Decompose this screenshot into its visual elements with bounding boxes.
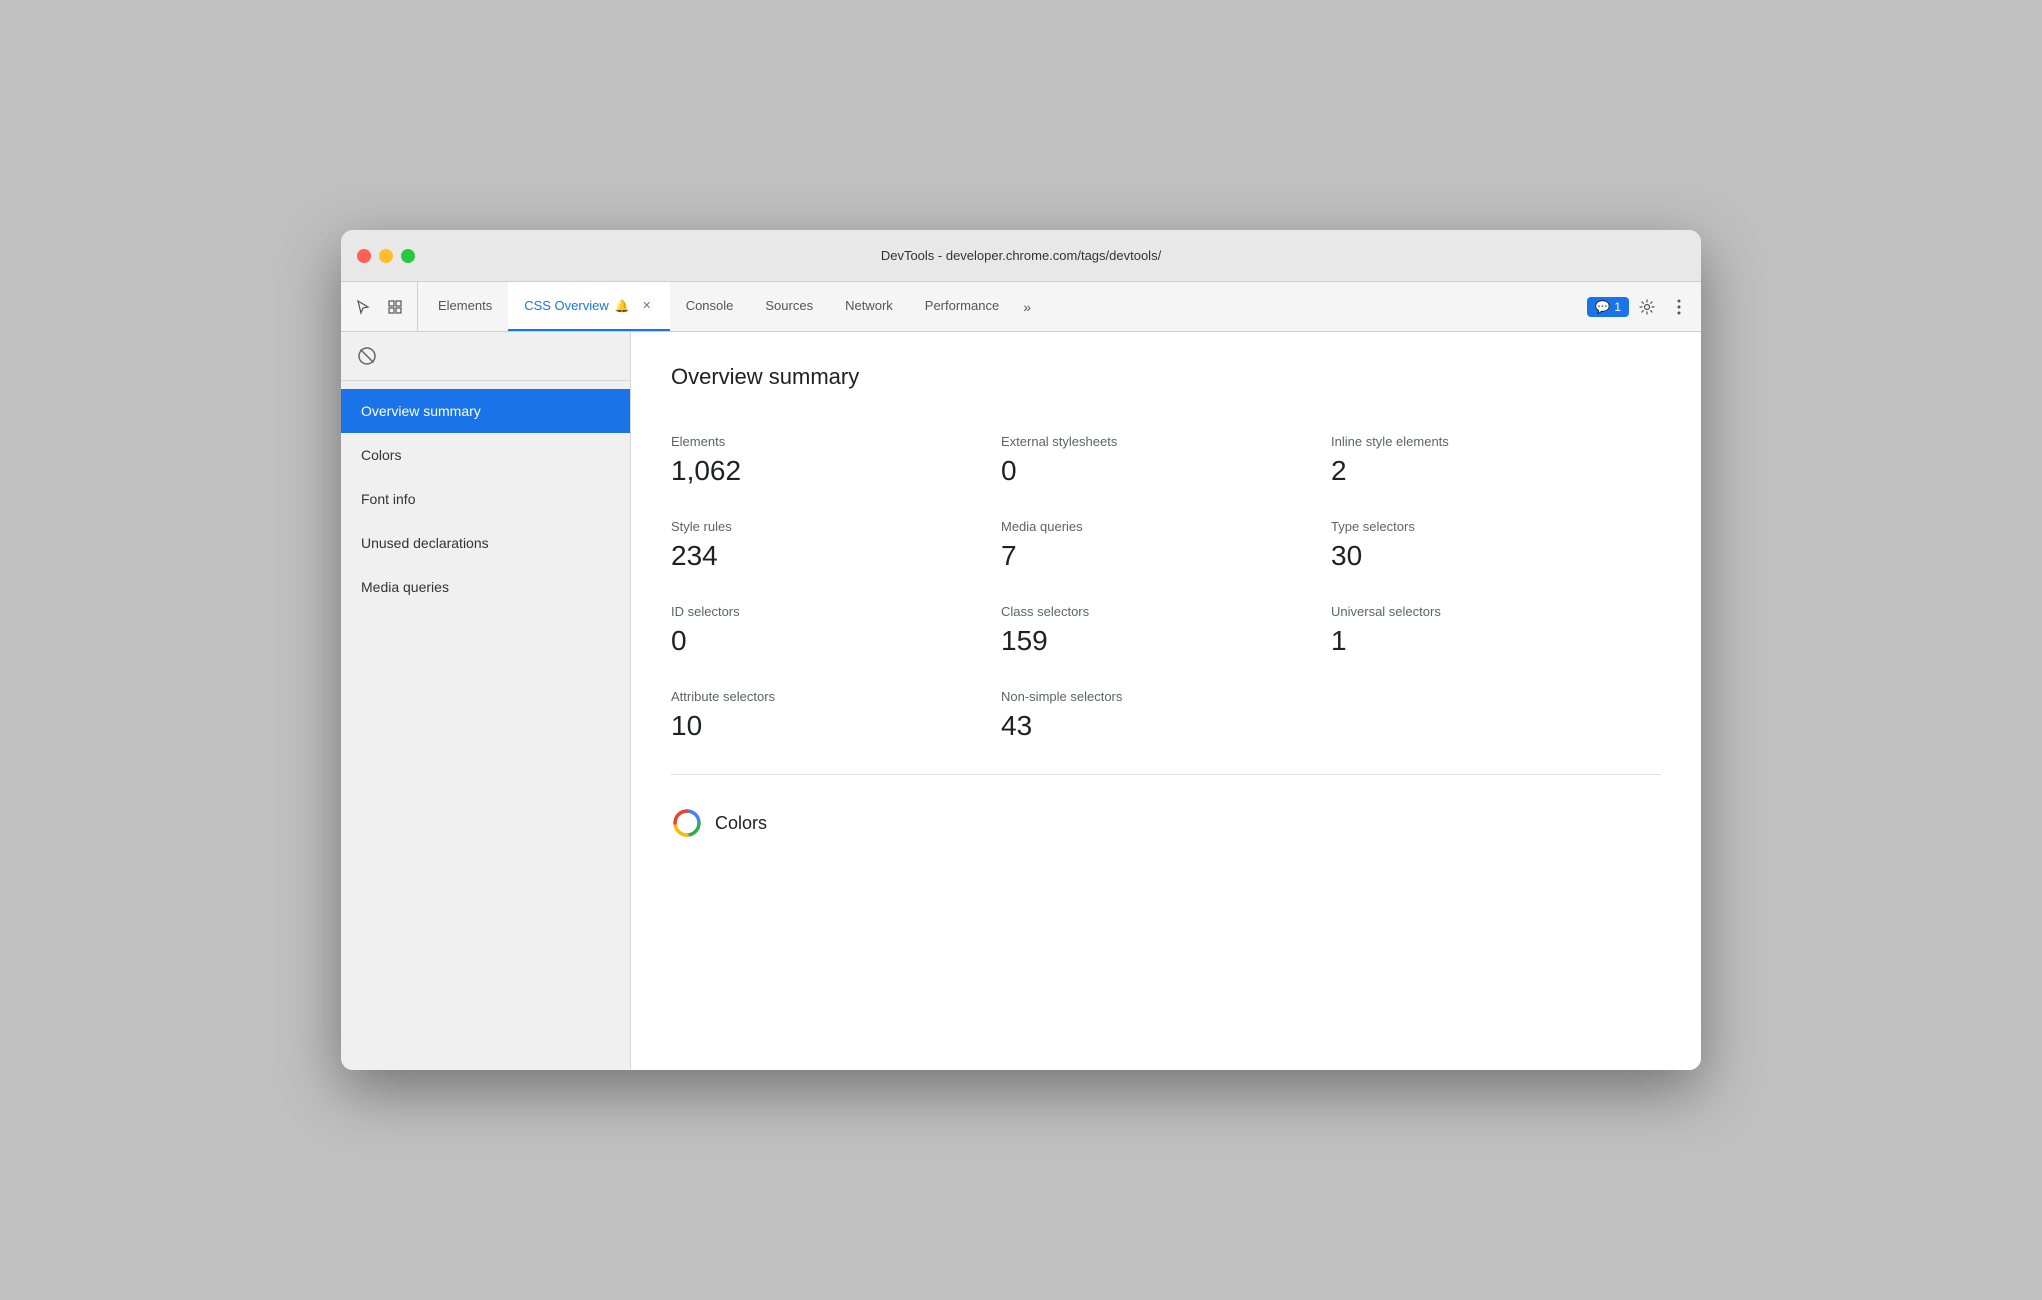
- devtools-window: DevTools - developer.chrome.com/tags/dev…: [341, 230, 1701, 1070]
- sidebar-item-unused-declarations[interactable]: Unused declarations: [341, 521, 630, 565]
- minimize-button[interactable]: [379, 249, 393, 263]
- stat-type-selectors: Type selectors 30: [1331, 503, 1661, 588]
- colors-section: Colors: [671, 799, 1661, 847]
- stat-id-selectors: ID selectors 0: [671, 588, 1001, 673]
- stats-grid: Elements 1,062 External stylesheets 0 In…: [671, 418, 1661, 758]
- main-content: Overview summary Colors Font info Unused…: [341, 332, 1701, 1070]
- stat-external-stylesheets: External stylesheets 0: [1001, 418, 1331, 503]
- stat-media-queries: Media queries 7: [1001, 503, 1331, 588]
- stat-universal-selectors: Universal selectors 1: [1331, 588, 1661, 673]
- tab-performance[interactable]: Performance: [909, 282, 1015, 331]
- sidebar-item-font-info[interactable]: Font info: [341, 477, 630, 521]
- tab-close-button[interactable]: ✕: [640, 299, 654, 313]
- inspect-icon[interactable]: [381, 293, 409, 321]
- tab-css-overview[interactable]: CSS Overview 🔔 ✕: [508, 282, 669, 331]
- close-button[interactable]: [357, 249, 371, 263]
- more-menu-icon[interactable]: [1665, 293, 1693, 321]
- stat-elements: Elements 1,062: [671, 418, 1001, 503]
- cursor-icon[interactable]: [349, 293, 377, 321]
- content-panel: Overview summary Elements 1,062 External…: [631, 332, 1701, 1070]
- colors-section-title: Colors: [715, 813, 767, 834]
- stat-attribute-selectors: Attribute selectors 10: [671, 673, 1001, 758]
- stat-inline-style-elements: Inline style elements 2: [1331, 418, 1661, 503]
- stat-non-simple-selectors: Non-simple selectors 43: [1001, 673, 1331, 758]
- sidebar-item-overview-summary[interactable]: Overview summary: [341, 389, 630, 433]
- tabs: Elements CSS Overview 🔔 ✕ Console Source…: [422, 282, 1587, 331]
- sidebar-top: [341, 332, 630, 381]
- page-title: Overview summary: [671, 364, 1661, 390]
- chat-icon: 💬: [1595, 300, 1610, 314]
- content-inner: Overview summary Elements 1,062 External…: [631, 332, 1701, 879]
- maximize-button[interactable]: [401, 249, 415, 263]
- tab-sources[interactable]: Sources: [749, 282, 829, 331]
- sidebar-item-media-queries[interactable]: Media queries: [341, 565, 630, 609]
- toolbar-right: 💬 1: [1587, 282, 1693, 331]
- window-title: DevTools - developer.chrome.com/tags/dev…: [881, 248, 1161, 263]
- stat-style-rules: Style rules 234: [671, 503, 1001, 588]
- tab-bar: Elements CSS Overview 🔔 ✕ Console Source…: [341, 282, 1701, 332]
- sidebar-item-colors[interactable]: Colors: [341, 433, 630, 477]
- sidebar: Overview summary Colors Font info Unused…: [341, 332, 631, 1070]
- sidebar-nav: Overview summary Colors Font info Unused…: [341, 381, 630, 609]
- toolbar-left: [349, 282, 418, 331]
- section-divider: [671, 774, 1661, 775]
- block-icon: [355, 344, 379, 368]
- stat-class-selectors: Class selectors 159: [1001, 588, 1331, 673]
- more-tabs-button[interactable]: »: [1015, 282, 1039, 331]
- settings-icon[interactable]: [1633, 293, 1661, 321]
- title-bar: DevTools - developer.chrome.com/tags/dev…: [341, 230, 1701, 282]
- tab-network[interactable]: Network: [829, 282, 909, 331]
- tab-elements[interactable]: Elements: [422, 282, 508, 331]
- tab-console[interactable]: Console: [670, 282, 750, 331]
- window-controls[interactable]: [357, 249, 415, 263]
- colors-ring-icon: [671, 807, 703, 839]
- bell-icon: 🔔: [615, 299, 630, 313]
- chat-badge[interactable]: 💬 1: [1587, 297, 1629, 317]
